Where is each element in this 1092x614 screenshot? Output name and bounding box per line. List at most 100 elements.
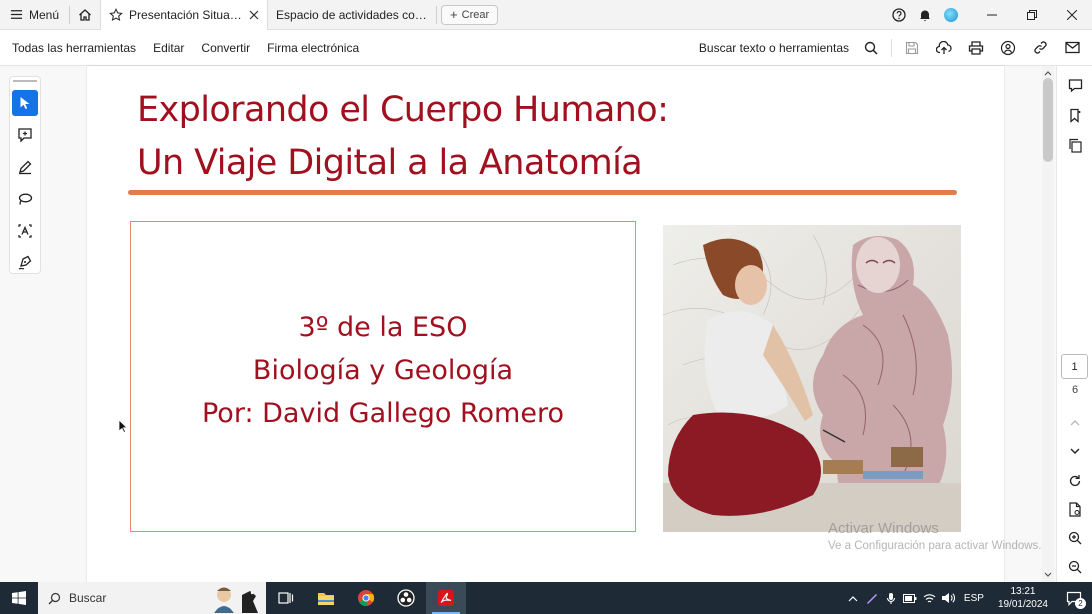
scroll-down-icon[interactable] [1042,570,1054,580]
restore-icon [1027,9,1037,20]
chevron-down-icon [1070,448,1080,454]
show-hidden-icons-button[interactable] [844,595,863,602]
pen-tray-button[interactable] [863,592,882,604]
comment-tool-button[interactable] [12,122,38,148]
printer-icon [968,40,984,55]
mouse-cursor [118,419,128,439]
menu-e-signature[interactable]: Firma electrónica [259,41,368,55]
course-line: 3º de la ESO [298,312,468,343]
zoom-in-button[interactable] [1057,523,1092,553]
tab-presentacion[interactable]: Presentación Situaci... [100,0,269,30]
wifi-icon [923,593,936,602]
clock[interactable]: 13:21 19/01/2024 [990,585,1056,611]
title-line-2: Un Viaje Digital a la Anatomía [137,143,643,183]
battery-tray-button[interactable] [901,593,920,603]
comments-panel-button[interactable] [1057,70,1092,100]
menu-all-tools[interactable]: Todas las herramientas [0,41,145,55]
home-button[interactable] [70,0,100,30]
title-line-1: Explorando el Cuerpo Humano: [137,90,669,130]
refresh-button[interactable] [1057,466,1092,496]
speaker-icon [942,593,956,603]
action-center-button[interactable]: 2 [1056,582,1092,614]
vertical-scrollbar[interactable] [1042,66,1054,582]
zoom-out-button[interactable] [1057,552,1092,582]
scrollbar-thumb[interactable] [1043,78,1053,162]
task-view-icon [278,592,294,604]
obs-button[interactable] [386,582,426,614]
input-language[interactable]: ESP [958,593,990,604]
workspace: Explorando el Cuerpo Humano: Un Viaje Di… [0,66,1092,582]
tab-espacio-actividades[interactable]: Espacio de actividades con... [268,0,436,30]
minimize-button[interactable] [972,0,1012,30]
save-button[interactable] [896,30,928,66]
previous-page-button[interactable] [1057,408,1092,438]
windows-taskbar: Buscar ESP 13:21 19/01/2024 2 [0,582,1092,614]
add-comment-icon [18,128,32,143]
tool-search-label[interactable]: Buscar texto o herramientas [699,41,849,55]
close-window-button[interactable] [1052,0,1092,30]
account-button[interactable] [938,0,964,30]
menu-edit[interactable]: Editar [145,41,193,55]
zoom-out-icon [1068,560,1082,574]
divider [436,5,438,24]
chevron-up-icon [1070,420,1080,426]
system-tray: ESP 13:21 19/01/2024 2 [844,582,1092,614]
current-page-field[interactable]: 1 [1061,354,1088,379]
print-button[interactable] [960,30,992,66]
tab-label: Espacio de actividades con... [276,7,429,22]
restore-button[interactable] [1012,0,1052,30]
author-line: Por: David Gallego Romero [201,398,564,429]
upload-button[interactable] [928,30,960,66]
chrome-icon [358,590,375,607]
select-tool-button[interactable] [12,90,38,116]
new-tab-button[interactable]: + Crear [441,4,499,25]
volume-tray-button[interactable] [939,592,958,604]
draw-tool-button[interactable] [12,186,38,212]
watermark-subtitle: Ve a Configuración para activar Windows. [828,540,1042,552]
menu-label: Menú [29,7,60,22]
close-icon [1067,9,1077,20]
menu-convert[interactable]: Convertir [193,41,259,55]
notifications-button[interactable] [912,0,938,30]
menu-button[interactable]: Menú [0,0,69,30]
scroll-up-icon[interactable] [1042,68,1054,78]
search-button[interactable] [855,30,887,66]
subject-line: Biología y Geología [252,355,514,386]
start-button[interactable] [0,582,38,614]
email-button[interactable] [1056,30,1088,66]
panel-grip[interactable] [13,80,37,82]
save-icon [905,41,919,54]
quick-tools-panel [9,76,41,274]
microphone-tray-button[interactable] [882,592,901,605]
chrome-button[interactable] [346,582,386,614]
bookmarks-panel-button[interactable] [1057,100,1092,130]
file-explorer-button[interactable] [306,582,346,614]
next-page-button[interactable] [1057,436,1092,466]
share-button[interactable] [992,30,1024,66]
folder-icon [318,592,334,605]
bookmark-icon [1069,108,1080,123]
text-tool-button[interactable] [12,218,38,244]
close-icon[interactable] [249,10,259,20]
search-highlight-icon[interactable] [208,583,266,613]
copy-link-button[interactable] [1024,30,1056,66]
pages-panel-button[interactable] [1057,130,1092,160]
taskbar-search[interactable]: Buscar [38,582,266,614]
highlight-tool-button[interactable] [12,154,38,180]
network-tray-button[interactable] [920,593,939,604]
obs-icon [397,589,415,607]
sign-tool-button[interactable] [12,250,38,276]
lasso-icon [18,193,33,205]
slide-title: Explorando el Cuerpo Humano: Un Viaje Di… [137,84,669,190]
page-properties-button[interactable] [1057,494,1092,524]
comment-icon [1068,78,1082,92]
hamburger-icon [10,10,23,19]
task-view-button[interactable] [266,582,306,614]
star-icon[interactable] [109,7,123,22]
refresh-icon [1069,475,1081,487]
acrobat-button[interactable] [426,582,466,614]
clock-time: 13:21 [1010,586,1036,597]
help-button[interactable] [886,0,912,30]
link-icon [1033,41,1047,54]
pdf-page: Explorando el Cuerpo Humano: Un Viaje Di… [87,66,1004,582]
